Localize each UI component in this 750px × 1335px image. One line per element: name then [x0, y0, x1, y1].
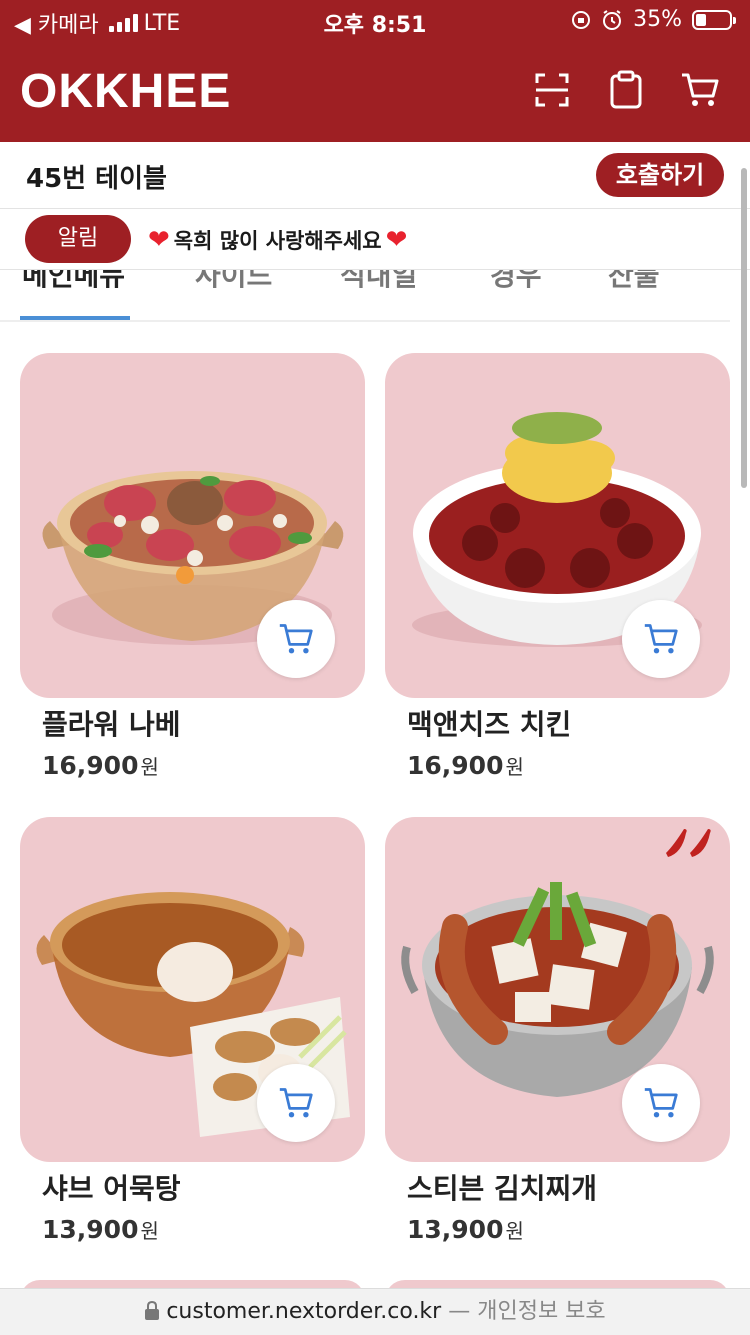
brand-logo[interactable]: OKKHEE	[20, 64, 231, 119]
table-bar: 45번 테이블 호출하기	[0, 142, 750, 209]
notice-message-row: ❤ 옥희 많이 사랑해주세요 ❤	[148, 225, 407, 255]
menu-card[interactable]: 맥앤치즈 치킨 16,900 원	[385, 353, 730, 780]
alarm-icon	[603, 9, 622, 30]
notice-bar: 알림 ❤ 옥희 많이 사랑해주세요 ❤	[0, 209, 750, 270]
url-text: customer.nextorder.co.kr	[166, 1299, 442, 1324]
orientation-lock-icon	[572, 10, 591, 29]
notice-badge[interactable]: 알림	[25, 215, 131, 263]
heart-icon: ❤	[148, 225, 170, 255]
app-header: OKKHEE	[0, 40, 750, 142]
browser-url-bar[interactable]: customer.nextorder.co.kr — 개인정보 보호	[0, 1288, 750, 1335]
cart-icon	[644, 624, 678, 654]
menu-card[interactable]: 샤브 어묵탕 13,900 원	[20, 817, 365, 1244]
menu-name: 맥앤치즈 치킨	[407, 708, 572, 741]
menu-price: 16,900 원	[407, 751, 524, 780]
spicy-pepper-icon	[666, 829, 711, 857]
call-staff-button[interactable]: 호출하기	[596, 153, 724, 197]
menu-name: 샤브 어묵탕	[42, 1172, 181, 1205]
battery-icon	[692, 9, 736, 30]
cart-icon	[279, 1088, 313, 1118]
menu-price: 13,900 원	[42, 1215, 159, 1244]
notice-message: 옥희 많이 사랑해주세요	[173, 229, 382, 253]
battery-percent: 35%	[633, 7, 682, 32]
table-name: 45번 테이블	[26, 164, 167, 194]
menu-image[interactable]	[20, 353, 365, 698]
add-to-cart-button[interactable]	[257, 600, 335, 678]
cart-icon[interactable]	[680, 70, 720, 110]
menu-name: 스티븐 김치찌개	[407, 1172, 598, 1205]
menu-image[interactable]	[20, 817, 365, 1162]
lock-icon	[145, 1300, 160, 1320]
menu-image[interactable]	[385, 817, 730, 1162]
scan-icon[interactable]	[532, 70, 572, 110]
add-to-cart-button[interactable]	[622, 600, 700, 678]
clipboard-icon[interactable]	[606, 70, 646, 110]
heart-icon: ❤	[385, 225, 408, 255]
add-to-cart-button[interactable]	[257, 1064, 335, 1142]
menu-image[interactable]	[385, 353, 730, 698]
active-tab-indicator	[20, 316, 130, 320]
privacy-label: — 개인정보 보호	[448, 1299, 606, 1324]
cart-icon	[644, 1088, 678, 1118]
page-scrollbar[interactable]	[741, 168, 747, 488]
menu-card[interactable]: 스티븐 김치찌개 13,900 원	[385, 817, 730, 1244]
menu-card[interactable]: 플라워 나베 16,900 원	[20, 353, 365, 780]
add-to-cart-button[interactable]	[622, 1064, 700, 1142]
menu-price: 13,900 원	[407, 1215, 524, 1244]
menu-price: 16,900 원	[42, 751, 159, 780]
status-bar: ◀ 카메라 LTE 오후 8:51 35%	[0, 0, 750, 40]
cart-icon	[279, 624, 313, 654]
status-right: 35%	[571, 7, 736, 32]
menu-name: 플라워 나베	[42, 708, 181, 741]
